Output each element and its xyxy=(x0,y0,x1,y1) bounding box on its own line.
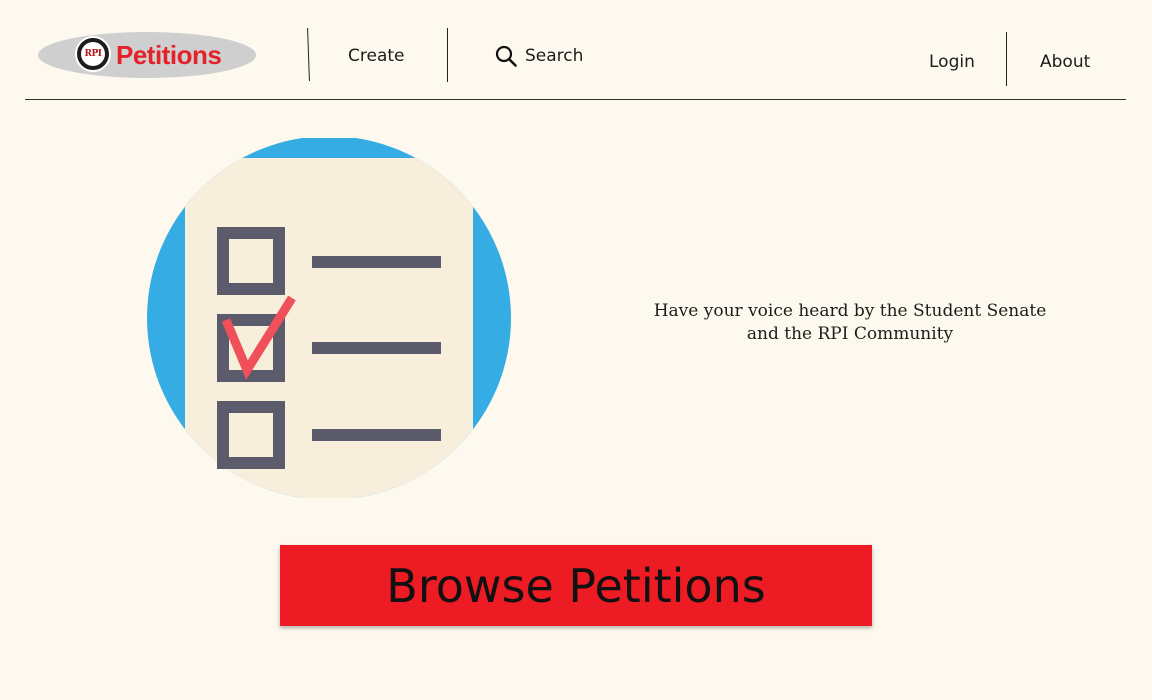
tagline-line-2: and the RPI Community xyxy=(746,324,954,344)
checklist-line-2 xyxy=(312,342,441,354)
logo-brand-text: Petitions xyxy=(116,40,222,70)
login-nav-link[interactable]: Login xyxy=(929,51,975,73)
about-nav-link[interactable]: About xyxy=(1040,51,1090,73)
nav-divider xyxy=(307,27,310,82)
tagline-line-1: Have your voice heard by the Student Sen… xyxy=(653,301,1047,321)
rpi-seal-text: RPI xyxy=(81,42,105,66)
header-divider xyxy=(25,99,1126,100)
nav-divider xyxy=(447,28,448,82)
nav-divider xyxy=(1006,32,1007,86)
create-nav-link[interactable]: Create xyxy=(348,45,405,67)
checklist-illustration xyxy=(147,138,511,498)
search-icon[interactable] xyxy=(495,45,517,67)
rpi-petitions-logo[interactable]: RPI Petitions xyxy=(38,32,256,78)
checklist-line-1 xyxy=(312,256,441,268)
browse-petitions-button[interactable]: Browse Petitions xyxy=(280,545,872,626)
search-nav-link[interactable]: Search xyxy=(525,45,583,67)
hero-tagline: Have your voice heard by the Student Sen… xyxy=(600,300,1100,346)
checklist-line-3 xyxy=(312,429,441,441)
top-nav-bar: RPI Petitions Create Search Login About xyxy=(0,0,1152,100)
rpi-seal-icon: RPI xyxy=(75,36,111,72)
